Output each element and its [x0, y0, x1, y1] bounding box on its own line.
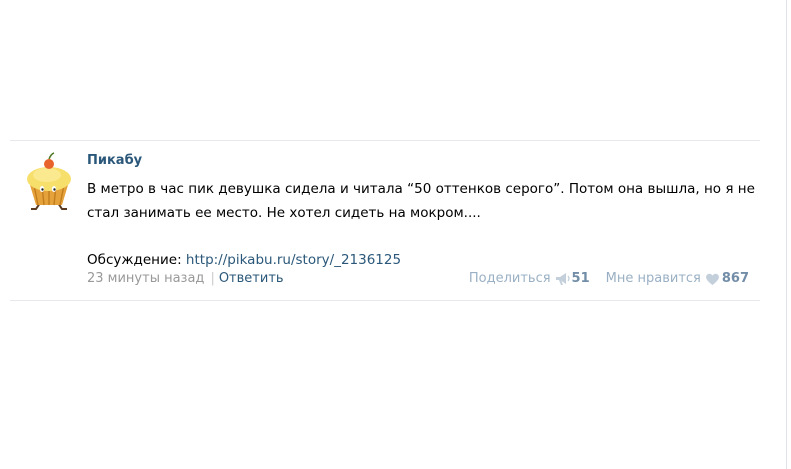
post-author-link[interactable]: Пикабу	[87, 153, 142, 169]
post-actions: Поделиться 51 Мне нравится 867	[469, 270, 749, 288]
heart-icon	[705, 273, 719, 285]
cupcake-icon	[27, 152, 71, 210]
share-label: Поделиться	[468, 271, 551, 286]
footer-separator: |	[210, 271, 215, 286]
post-content: Пикабу В метро в час пик девушка сидела …	[87, 153, 757, 269]
post-text: В метро в час пик девушка сидела и читал…	[87, 181, 755, 221]
discussion-label: Обсуждение:	[87, 252, 186, 268]
wall-post: Пикабу В метро в час пик девушка сидела …	[10, 140, 760, 301]
megaphone-icon	[555, 273, 570, 285]
post-discussion: Обсуждение: http://pikabu.ru/story/_2136…	[87, 251, 757, 269]
share-count: 51	[571, 271, 590, 286]
reply-link[interactable]: Ответить	[219, 271, 284, 286]
discussion-link[interactable]: http://pikabu.ru/story/_2136125	[186, 252, 401, 268]
cupcake-avatar[interactable]	[18, 151, 80, 213]
like-count: 867	[721, 271, 749, 286]
like-label: Мне нравится	[605, 271, 701, 286]
like-button[interactable]: Мне нравится 867	[606, 270, 749, 288]
post-footer: 23 минуты назад | Ответить Поделиться 51 М…	[87, 270, 757, 288]
post-timestamp[interactable]: 23 минуты назад	[87, 271, 204, 286]
right-edge-divider	[786, 0, 787, 469]
share-button[interactable]: Поделиться 51	[469, 270, 590, 288]
